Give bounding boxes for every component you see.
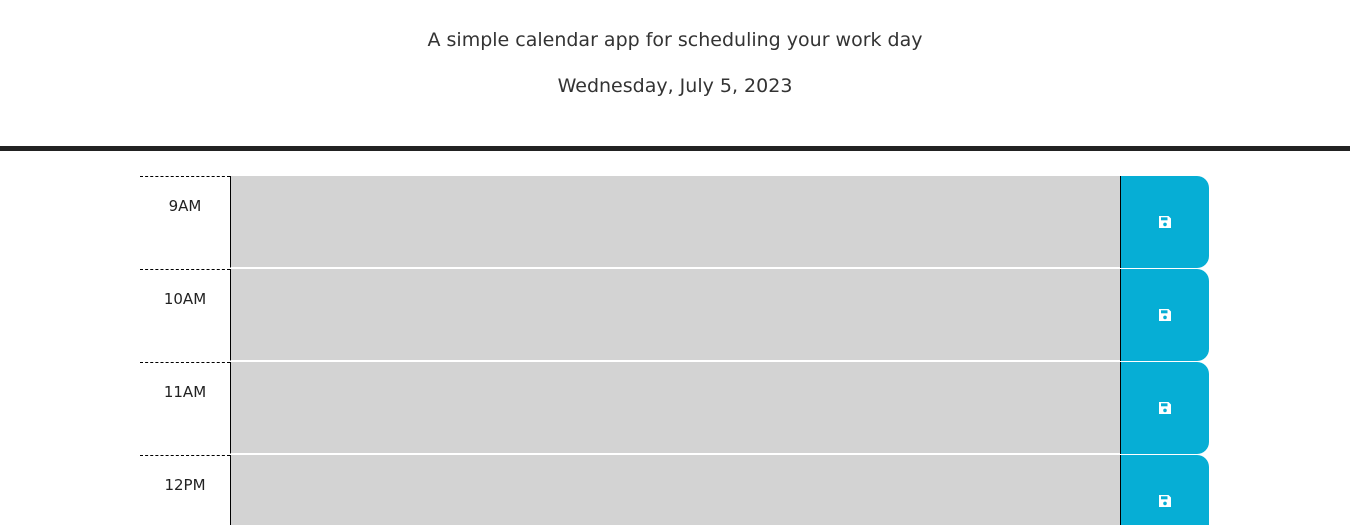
- save-button[interactable]: [1120, 176, 1209, 268]
- hour-text: 9AM: [168, 197, 202, 215]
- event-description-input[interactable]: [230, 269, 1120, 361]
- hour-label: 10AM: [140, 269, 230, 361]
- time-block-row: 9AM: [140, 176, 1209, 269]
- hour-text: 11AM: [163, 383, 207, 401]
- hour-text: 12PM: [164, 476, 206, 494]
- floppy-disk-icon: [1159, 309, 1171, 321]
- floppy-disk-icon: [1159, 216, 1171, 228]
- event-description-input[interactable]: [230, 455, 1120, 525]
- hour-label: 9AM: [140, 176, 230, 268]
- floppy-disk-icon: [1159, 402, 1171, 414]
- time-block-row: 11AM: [140, 362, 1209, 455]
- hour-label: 11AM: [140, 362, 230, 454]
- page-header: A simple calendar app for scheduling you…: [0, 0, 1350, 151]
- event-description-input[interactable]: [230, 176, 1120, 268]
- save-button[interactable]: [1120, 269, 1209, 361]
- save-button[interactable]: [1120, 455, 1209, 525]
- hour-label: 12PM: [140, 455, 230, 525]
- hour-text: 10AM: [163, 290, 207, 308]
- floppy-disk-icon: [1159, 495, 1171, 507]
- app-tagline: A simple calendar app for scheduling you…: [427, 29, 923, 51]
- current-date: Wednesday, July 5, 2023: [557, 75, 793, 97]
- time-block-row: 10AM: [140, 269, 1209, 362]
- event-description-input[interactable]: [230, 362, 1120, 454]
- save-button[interactable]: [1120, 362, 1209, 454]
- time-block-row: 12PM: [140, 455, 1209, 525]
